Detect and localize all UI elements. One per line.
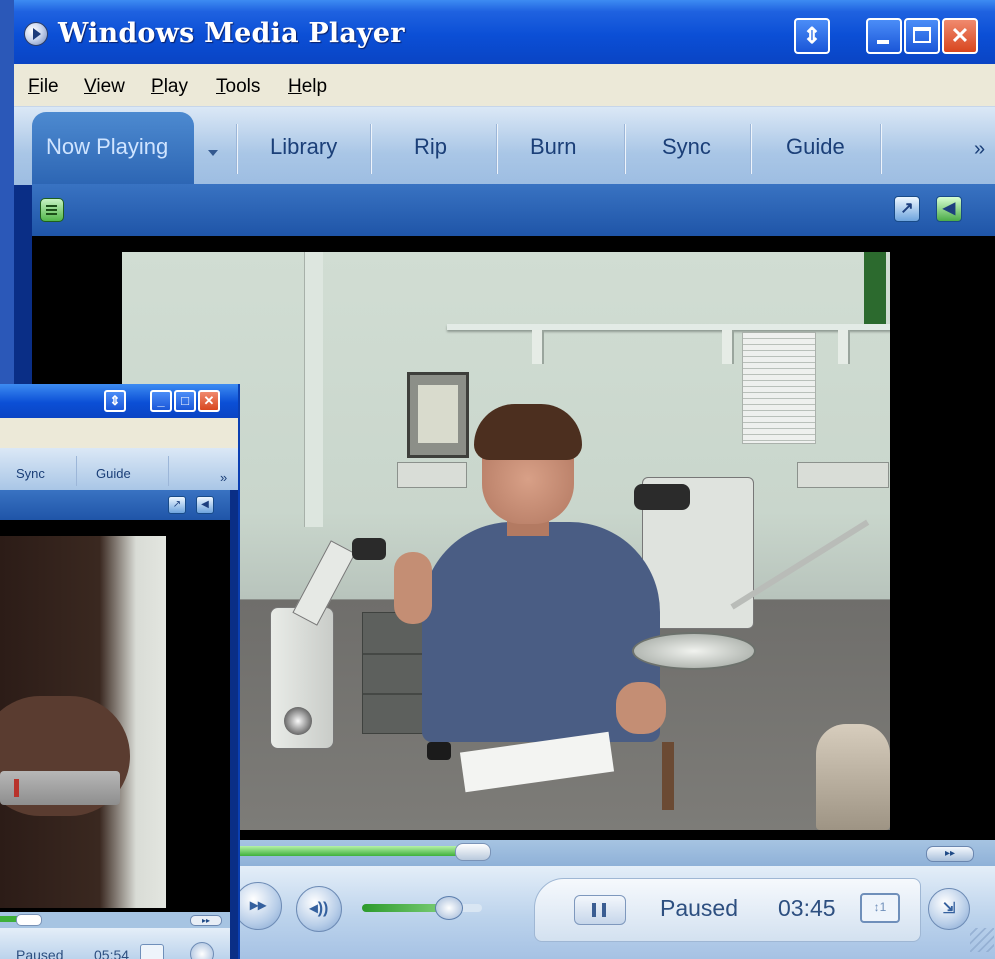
menu-help-label: elp bbox=[301, 76, 328, 97]
fast-forward-icon[interactable]: ▸▸ bbox=[926, 846, 974, 862]
menu-tools-label: ools bbox=[225, 76, 261, 97]
secondary-tab-sync[interactable]: Sync bbox=[16, 466, 45, 481]
compact-mode-icon[interactable]: ↗ bbox=[168, 496, 186, 514]
tab-divider bbox=[168, 456, 169, 486]
menu-view[interactable]: View bbox=[84, 76, 125, 98]
skip-icon: ⇲ bbox=[942, 900, 956, 917]
menu-file[interactable]: File bbox=[28, 76, 59, 98]
menu-view-label: iew bbox=[96, 76, 125, 97]
tab-divider bbox=[370, 124, 372, 174]
time-display-icon[interactable] bbox=[140, 944, 164, 959]
secondary-playback-status: Paused bbox=[16, 947, 64, 959]
maximize-icon bbox=[913, 27, 931, 43]
tab-divider bbox=[880, 124, 882, 174]
minimize-button[interactable] bbox=[866, 18, 902, 54]
secondary-seek-thumb[interactable] bbox=[16, 914, 42, 926]
more-tabs-icon[interactable]: » bbox=[974, 138, 985, 161]
maximize-icon: □ bbox=[181, 393, 189, 408]
tab-divider bbox=[76, 456, 77, 486]
menu-play-mnemonic: P bbox=[151, 76, 164, 97]
secondary-switch-mode-button[interactable]: ⇕ bbox=[104, 390, 126, 412]
menu-tools-mnemonic: T bbox=[216, 76, 226, 97]
now-playing-dropdown-icon[interactable] bbox=[208, 150, 218, 156]
secondary-tab-guide[interactable]: Guide bbox=[96, 466, 131, 481]
time-display-icon[interactable]: ↕1 bbox=[860, 893, 900, 923]
play-button[interactable]: ▸▸ bbox=[234, 882, 282, 930]
minimize-icon: _ bbox=[157, 393, 165, 408]
fast-forward-icon[interactable]: ▸▸ bbox=[190, 915, 222, 926]
secondary-video-frame bbox=[0, 536, 166, 908]
secondary-more-tabs-icon[interactable]: » bbox=[220, 470, 227, 485]
play-icon: ▸▸ bbox=[249, 897, 267, 914]
secondary-close-button[interactable]: ✕ bbox=[198, 390, 220, 412]
menu-toggle-icon[interactable] bbox=[40, 198, 64, 222]
fullscreen-icon[interactable]: ◀ bbox=[196, 496, 214, 514]
switch-mode-button[interactable]: ⇕ bbox=[794, 18, 830, 54]
close-icon: ✕ bbox=[950, 23, 970, 48]
menu-file-mnemonic: F bbox=[28, 76, 40, 97]
skip-button[interactable]: ⇲ bbox=[928, 888, 970, 930]
skip-icon[interactable] bbox=[190, 942, 214, 959]
minimize-icon bbox=[877, 40, 889, 44]
tab-divider bbox=[236, 124, 238, 174]
volume-slider[interactable] bbox=[362, 904, 482, 912]
tab-rip[interactable]: Rip bbox=[414, 134, 447, 160]
menu-tools[interactable]: Tools bbox=[216, 76, 260, 98]
close-button[interactable]: ✕ bbox=[942, 18, 978, 54]
menu-help-mnemonic: H bbox=[288, 76, 302, 97]
tab-divider bbox=[496, 124, 498, 174]
tab-divider bbox=[624, 124, 626, 174]
mute-icon: ◂)) bbox=[309, 900, 329, 917]
secondary-minimize-button[interactable]: _ bbox=[150, 390, 172, 412]
tab-now-playing-label: Now Playing bbox=[46, 134, 169, 159]
menu-help[interactable]: Help bbox=[288, 76, 327, 98]
switch-mode-icon: ⇕ bbox=[802, 23, 822, 48]
now-playing-toolbar bbox=[32, 184, 995, 236]
mute-button[interactable]: ◂)) bbox=[296, 886, 342, 932]
playback-status: Paused bbox=[660, 895, 739, 921]
menu-view-mnemonic: V bbox=[84, 76, 97, 97]
pause-button[interactable] bbox=[574, 895, 626, 925]
secondary-maximize-button[interactable]: □ bbox=[174, 390, 196, 412]
elapsed-time: 03:45 bbox=[778, 895, 836, 921]
compact-mode-icon[interactable]: ↗ bbox=[894, 196, 920, 222]
tab-library[interactable]: Library bbox=[270, 134, 337, 160]
fullscreen-icon[interactable]: ◀ bbox=[936, 196, 962, 222]
tab-guide[interactable]: Guide bbox=[786, 134, 845, 160]
tab-sync[interactable]: Sync bbox=[662, 134, 711, 160]
menu-play-label: lay bbox=[163, 76, 188, 97]
close-icon: ✕ bbox=[203, 393, 215, 408]
menu-play[interactable]: Play bbox=[151, 76, 188, 98]
tab-divider bbox=[750, 124, 752, 174]
tab-burn[interactable]: Burn bbox=[530, 134, 576, 160]
pause-icon bbox=[592, 903, 596, 917]
resize-grip-icon[interactable] bbox=[970, 928, 994, 952]
secondary-elapsed-time: 05:54 bbox=[94, 947, 130, 959]
pause-icon bbox=[602, 903, 606, 917]
window-title: Windows Media Player bbox=[58, 18, 405, 49]
seek-thumb[interactable] bbox=[455, 843, 491, 861]
menu-file-label: ile bbox=[39, 76, 59, 97]
secondary-menu-bar bbox=[0, 418, 238, 448]
volume-knob[interactable] bbox=[435, 896, 463, 920]
secondary-player-window: ⇕ _ □ ✕ Sync Guide » ↗ ◀ ▸▸ Paused 05:54 bbox=[0, 384, 240, 959]
switch-mode-icon: ⇕ bbox=[109, 393, 121, 408]
maximize-button[interactable] bbox=[904, 18, 940, 54]
app-icon bbox=[24, 22, 48, 46]
